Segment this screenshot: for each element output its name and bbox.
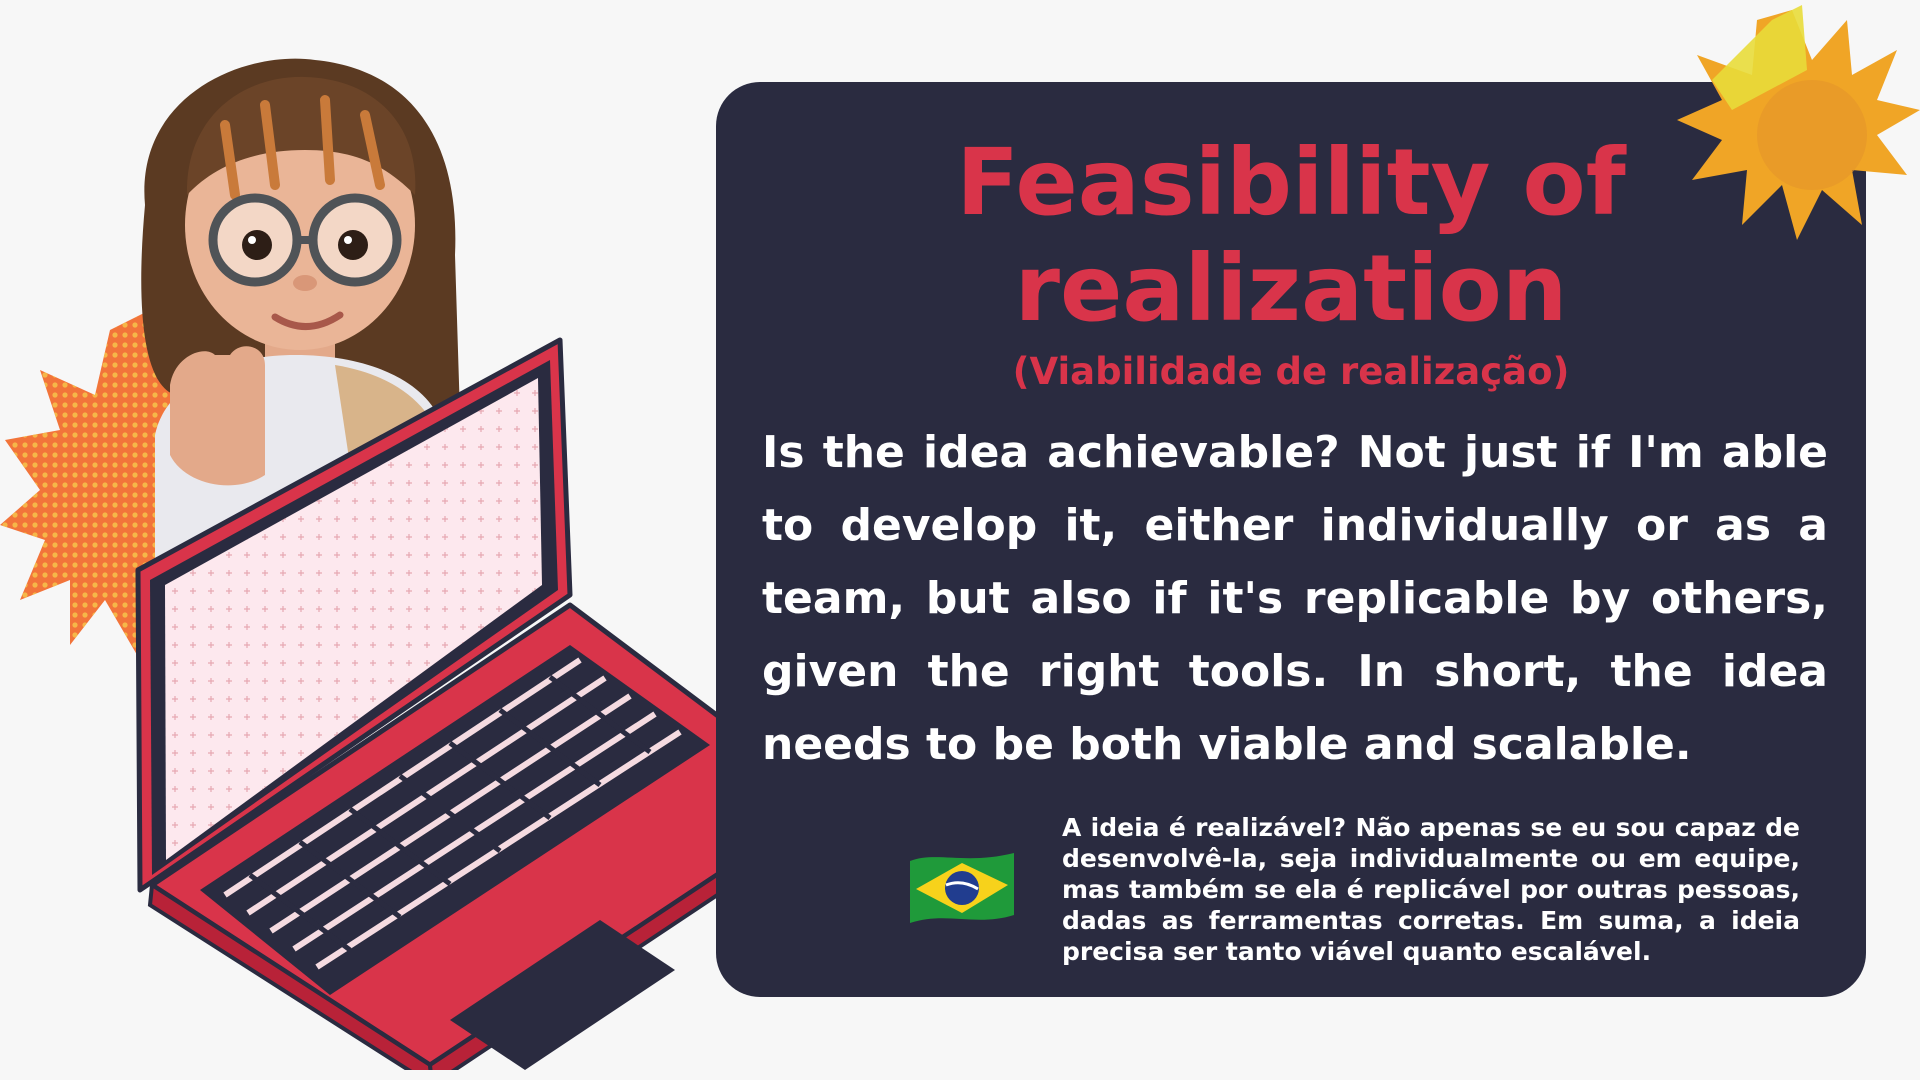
sun-icon xyxy=(1677,5,1920,240)
body-text-en: Is the idea achievable? Not just if I'm … xyxy=(762,427,1828,770)
brazil-flag-icon xyxy=(910,853,1014,923)
body-text-pt: A ideia é realizável? Não apenas se eu s… xyxy=(1062,813,1800,966)
slide-subtitle: (Viabilidade de realização) xyxy=(1012,350,1570,393)
slide: Feasibility of realization (Viabilidade … xyxy=(0,0,1920,1080)
